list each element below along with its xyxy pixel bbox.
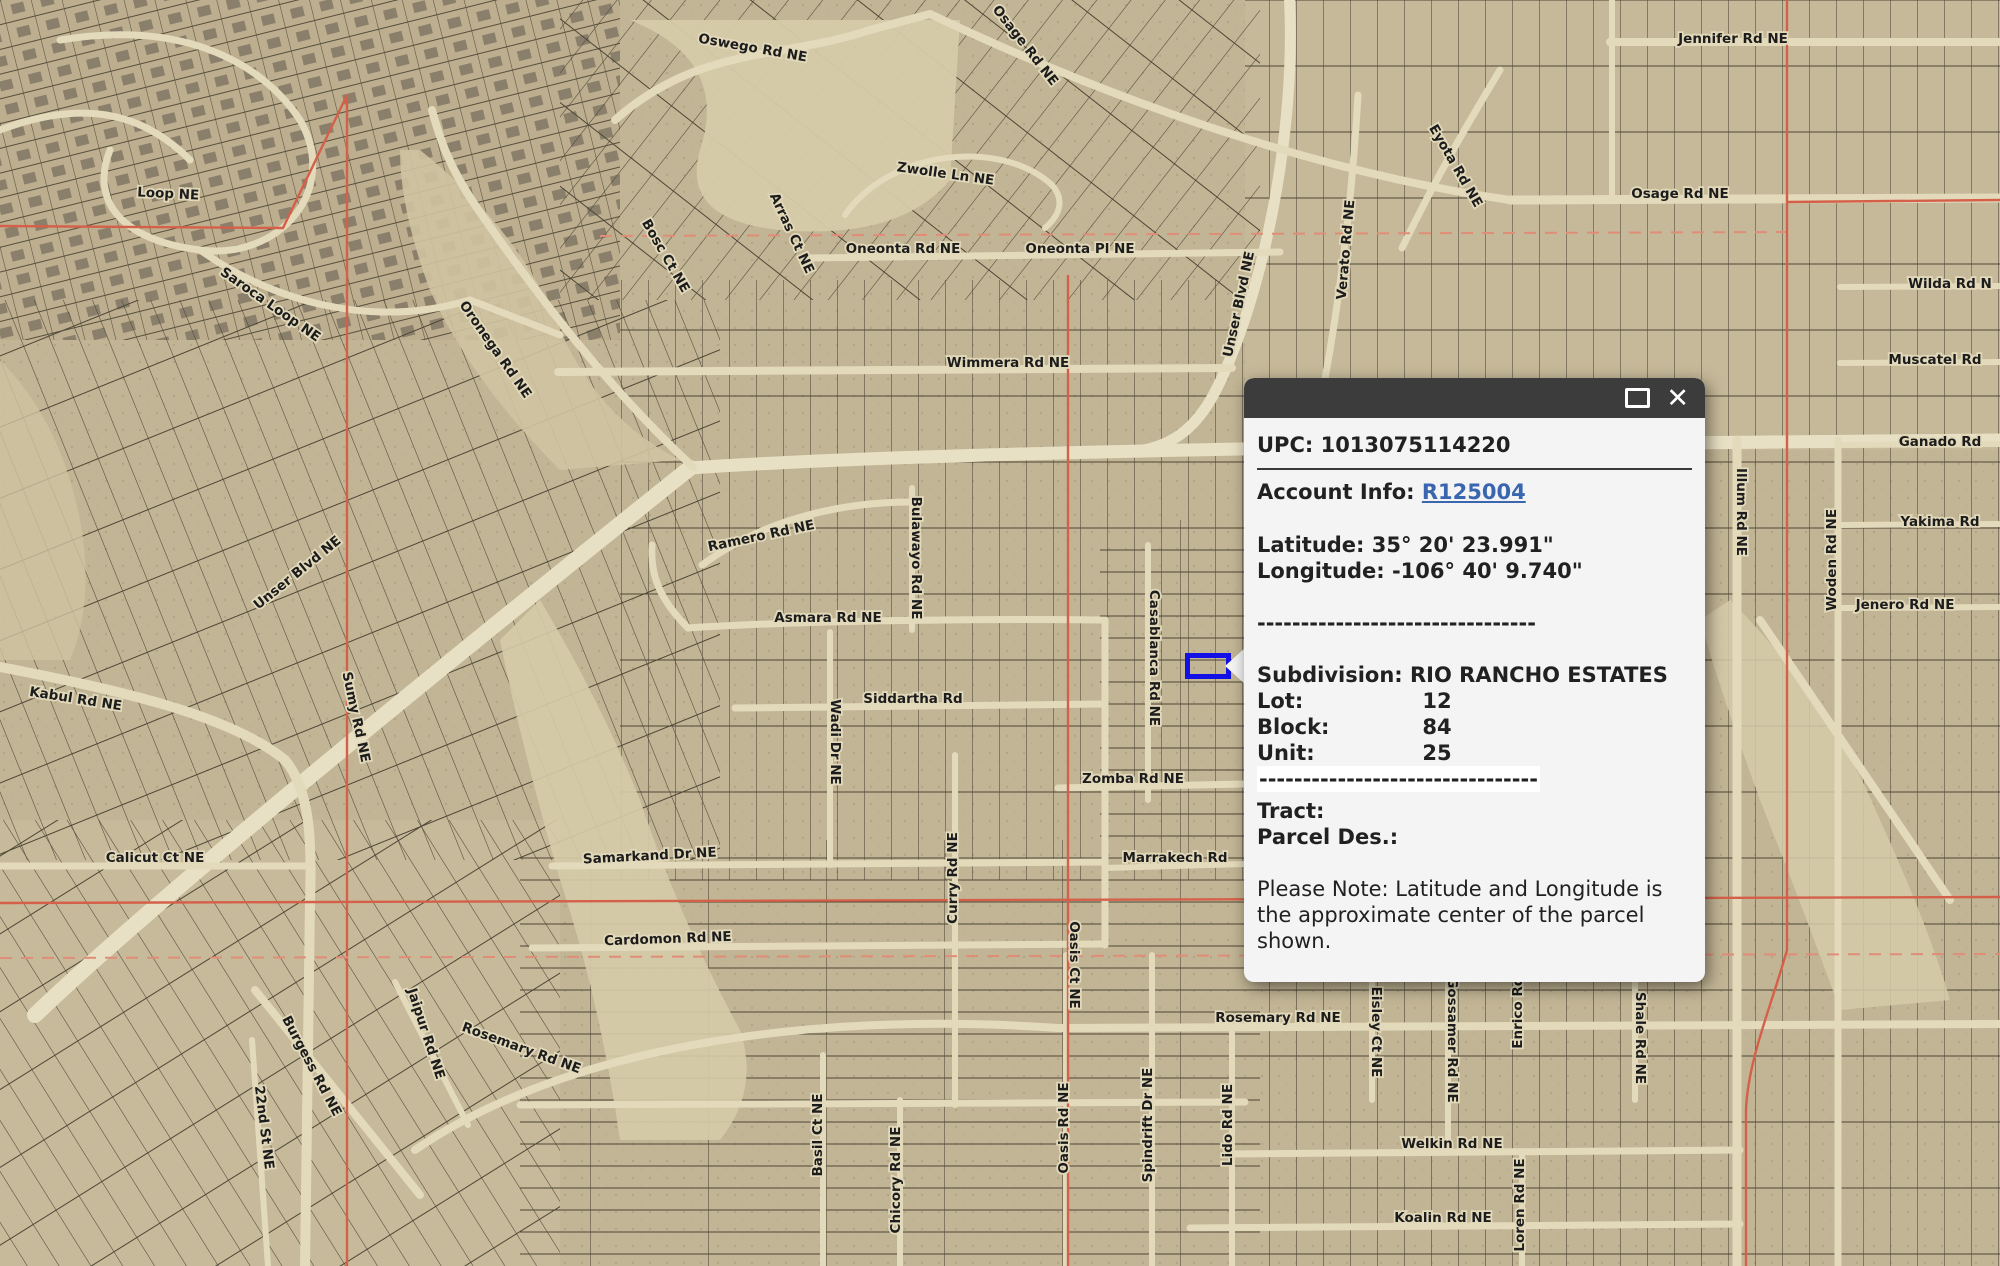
road-label: Siddartha Rd bbox=[863, 691, 962, 707]
road-label: Oneonta Rd NE bbox=[846, 241, 961, 257]
road-label: Jennifer Rd NE bbox=[1677, 31, 1788, 47]
road-label: Yakima Rd bbox=[1899, 514, 1979, 530]
road-label: Wimmera Rd NE bbox=[947, 355, 1070, 371]
parcel-info-popup: ✕ UPC: 1013075114220 Account Info: R1250… bbox=[1244, 378, 1705, 982]
lot-row: Lot: 12 bbox=[1257, 688, 1692, 714]
longitude-label: Longitude: bbox=[1257, 559, 1385, 583]
road-label: Koalin Rd NE bbox=[1394, 1210, 1491, 1226]
road-label: Lido Rd NE bbox=[1220, 1084, 1236, 1166]
road-label: Ganado Rd bbox=[1899, 434, 1982, 450]
unit-row: Unit: 25 bbox=[1257, 740, 1692, 766]
maximize-icon[interactable] bbox=[1625, 388, 1650, 408]
road-label: Spindrift Dr NE bbox=[1140, 1068, 1156, 1183]
subdivision-value: RIO RANCHO ESTATES bbox=[1410, 663, 1668, 687]
road-label: Eisley Ct NE bbox=[1368, 987, 1384, 1078]
road-label: Jenero Rd NE bbox=[1855, 597, 1955, 613]
road-label: Muscatel Rd bbox=[1888, 352, 1981, 368]
road-label: Shale Rd NE bbox=[1632, 992, 1648, 1084]
road-label: Basil Ct NE bbox=[810, 1094, 826, 1177]
road-label: Wadi Dr NE bbox=[827, 699, 843, 785]
dashed-separator-2-wrap: -------------------------------- bbox=[1257, 766, 1692, 798]
block-value: 84 bbox=[1407, 714, 1467, 740]
parcel-des-line: Parcel Des.: bbox=[1257, 824, 1692, 850]
account-link[interactable]: R125004 bbox=[1422, 480, 1526, 504]
longitude-value: -106° 40' 9.740" bbox=[1392, 559, 1583, 583]
popup-body: UPC: 1013075114220 Account Info: R125004… bbox=[1244, 418, 1705, 954]
road-label: Wilda Rd N bbox=[1908, 276, 1992, 292]
road-label: Casablanca Rd NE bbox=[1146, 590, 1162, 726]
parcel-des-label: Parcel Des.: bbox=[1257, 825, 1398, 849]
account-info-line: Account Info: R125004 bbox=[1257, 479, 1692, 505]
popup-titlebar: ✕ bbox=[1244, 378, 1705, 418]
dashed-separator: -------------------------------- bbox=[1257, 610, 1692, 636]
road-label: Oasis Ct NE bbox=[1066, 921, 1082, 1009]
road-label: Oasis Rd NE bbox=[1056, 1082, 1072, 1173]
road-label: Woden Rd NE bbox=[1824, 509, 1840, 611]
account-label: Account Info: bbox=[1257, 480, 1415, 504]
subdivision-line: Subdivision: RIO RANCHO ESTATES bbox=[1257, 662, 1692, 688]
road-label: Oneonta Pl NE bbox=[1025, 241, 1134, 257]
block-row: Block: 84 bbox=[1257, 714, 1692, 740]
road-label: Welkin Rd NE bbox=[1401, 1136, 1502, 1152]
road-label: Chicory Rd NE bbox=[888, 1127, 904, 1234]
longitude-line: Longitude: -106° 40' 9.740" bbox=[1257, 558, 1692, 584]
dashed-separator-2: -------------------------------- bbox=[1257, 766, 1540, 792]
close-icon[interactable]: ✕ bbox=[1666, 385, 1689, 412]
road-label: Gossamer Rd NE bbox=[1444, 977, 1460, 1102]
tract-label: Tract: bbox=[1257, 799, 1324, 823]
unit-value: 25 bbox=[1407, 740, 1467, 766]
tract-line: Tract: bbox=[1257, 798, 1692, 824]
gis-map-viewer: Jennifer Rd NEOswego Rd NEOsage Rd NEOsa… bbox=[0, 0, 2000, 1266]
upc-value: 1013075114220 bbox=[1321, 433, 1511, 457]
road-label: Illum Rd NE bbox=[1733, 468, 1749, 556]
road-label: Rosemary Rd NE bbox=[1215, 1010, 1340, 1026]
road-label: Loren Rd NE bbox=[1512, 1158, 1528, 1251]
latitude-value: 35° 20' 23.991" bbox=[1372, 533, 1554, 557]
unit-label: Unit: bbox=[1257, 740, 1407, 766]
lot-value: 12 bbox=[1407, 688, 1467, 714]
popup-note: Please Note: Latitude and Longitude is t… bbox=[1257, 876, 1695, 954]
road-label: Zomba Rd NE bbox=[1082, 771, 1184, 787]
road-label: Asmara Rd NE bbox=[774, 610, 881, 626]
upc-label: UPC: bbox=[1257, 433, 1313, 457]
divider bbox=[1257, 468, 1692, 470]
block-label: Block: bbox=[1257, 714, 1407, 740]
popup-pointer-tail bbox=[1225, 647, 1246, 685]
road-label: Bulawayo Rd NE bbox=[908, 497, 924, 620]
road-label: Loop NE bbox=[137, 184, 200, 203]
road-label: Marrakech Rd bbox=[1122, 850, 1227, 866]
subdivision-label: Subdivision: bbox=[1257, 663, 1403, 687]
latitude-label: Latitude: bbox=[1257, 533, 1364, 557]
latitude-line: Latitude: 35° 20' 23.991" bbox=[1257, 532, 1692, 558]
road-label: Osage Rd NE bbox=[1631, 186, 1728, 202]
road-label: Calicut Ct NE bbox=[106, 850, 205, 866]
upc-line: UPC: 1013075114220 bbox=[1257, 432, 1692, 458]
road-label: Curry Rd NE bbox=[945, 832, 961, 924]
lot-label: Lot: bbox=[1257, 688, 1407, 714]
